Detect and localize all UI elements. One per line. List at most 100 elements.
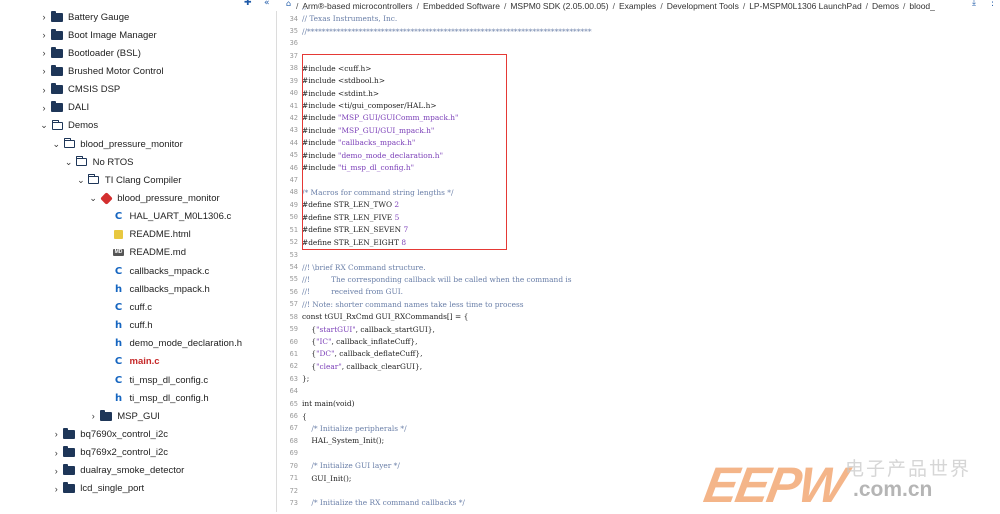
code-text: GUI_Init();	[302, 473, 352, 483]
code-line: 37	[280, 50, 1000, 62]
tree-item-label: callbacks_mpack.c	[129, 265, 210, 277]
code-comment: //**************************************…	[302, 26, 592, 36]
chevron-down-icon[interactable]: ⌄	[38, 120, 50, 131]
code-text: #include <ti/gui_composer/HAL.h>	[302, 101, 437, 111]
code-text: #define STR_LEN_EIGHT	[302, 237, 402, 247]
tree-item[interactable]: › MSP_GUI	[0, 407, 276, 425]
folder-icon	[50, 101, 64, 114]
line-number: 65	[289, 399, 298, 408]
tree-item[interactable]: › CMSIS DSP	[0, 81, 276, 99]
chevron-right-icon[interactable]: ›	[50, 466, 62, 476]
tree-item[interactable]: Cmain.c	[0, 353, 276, 371]
tree-item[interactable]: ⌄ blood_pressure_monitor	[0, 135, 276, 153]
tree-item[interactable]: ⌄ TI Clang Compiler	[0, 171, 276, 189]
collapse-icon[interactable]: «	[264, 0, 270, 8]
line-number: 62	[289, 362, 298, 371]
code-line: 45 #include "demo_mode_declaration.h"	[280, 149, 1000, 161]
tree-item[interactable]: Cti_msp_dl_config.c	[0, 371, 276, 389]
tree-item-label: cuff.c	[129, 301, 153, 313]
folder-icon	[62, 446, 76, 459]
header-file-icon: h	[114, 320, 123, 332]
tree-item[interactable]: h demo_mode_declaration.h	[0, 335, 276, 353]
chevron-right-icon[interactable]: ›	[38, 12, 50, 22]
chevron-down-icon[interactable]: ⌄	[50, 139, 62, 150]
tree-item[interactable]: › dualray_smoke_detector	[0, 462, 276, 480]
tree-item[interactable]: › Bootloader (BSL)	[0, 44, 276, 62]
tree-item[interactable]: h cuff.h	[0, 317, 276, 335]
tree-item[interactable]: › lcd_single_port	[0, 480, 276, 498]
code-line: 65 int main(void)	[280, 397, 1000, 409]
tree-item[interactable]: C HAL_UART_M0L1306.c	[0, 208, 276, 226]
code-text: #define STR_LEN_FIVE	[302, 212, 395, 222]
code-text: #include	[302, 163, 339, 173]
code-line: 69	[280, 447, 1000, 459]
tree-item[interactable]: Ccuff.c	[0, 298, 276, 316]
tree-item[interactable]: › bq769x2_control_i2c	[0, 444, 276, 462]
line-number: 38	[289, 64, 298, 73]
code-comment: /* Initialize peripherals */	[302, 423, 407, 433]
code-comment: //! received from GUI.	[302, 287, 403, 297]
home-icon[interactable]: ⌂	[286, 0, 291, 8]
tree-item-label: ti_msp_dl_config.c	[129, 374, 209, 386]
code-string: 5	[394, 212, 400, 222]
code-line: 73 /* Initialize the RX command callback…	[280, 497, 1000, 509]
line-number: 46	[289, 163, 298, 172]
line-number: 58	[289, 312, 298, 321]
code-line: 66 {	[280, 410, 1000, 422]
chevron-right-icon[interactable]: ›	[38, 103, 50, 113]
code-comment: /* Initialize the RX command callbacks *…	[302, 498, 465, 508]
line-number: 72	[289, 486, 298, 495]
tree-item-label: callbacks_mpack.h	[129, 283, 210, 295]
code-text: #include	[302, 150, 339, 160]
chevron-right-icon[interactable]: ›	[50, 429, 62, 439]
chevron-right-icon[interactable]: ›	[50, 484, 62, 494]
folder-open-icon	[62, 138, 76, 150]
c-file-icon: C	[114, 211, 123, 223]
tree-item[interactable]: › Brushed Motor Control	[0, 62, 276, 80]
code-text: #include <cuff.h>	[302, 63, 372, 73]
line-number: 48	[289, 188, 298, 197]
tree-item[interactable]: h callbacks_mpack.h	[0, 280, 276, 298]
chevron-right-icon[interactable]: ›	[38, 85, 50, 95]
chevron-right-icon[interactable]: ›	[87, 411, 99, 421]
pin-icon[interactable]: ✚	[244, 0, 252, 8]
tree-item[interactable]: README.html	[0, 226, 276, 244]
tree-item[interactable]: ⌄ No RTOS	[0, 153, 276, 171]
chevron-right-icon[interactable]: ›	[38, 66, 50, 76]
folder-open-icon	[50, 119, 64, 132]
code-text: , callback_deflateCuff},	[334, 349, 423, 359]
tree-item[interactable]: ⌄ Demos	[0, 117, 276, 135]
chevron-right-icon[interactable]: ›	[38, 48, 50, 58]
code-line: 53	[280, 248, 1000, 260]
tree-item-label: MSP_GUI	[117, 410, 160, 422]
line-number: 45	[289, 151, 298, 160]
chevron-down-icon[interactable]: ⌄	[87, 193, 99, 204]
code-line: 71 GUI_Init();	[280, 472, 1000, 484]
tree-item[interactable]: › bq7690x_control_i2c	[0, 425, 276, 443]
chevron-down-icon[interactable]: ⌄	[63, 157, 75, 168]
tree-item[interactable]: Ccallbacks_mpack.c	[0, 262, 276, 280]
code-line: 42 #include "MSP_GUI/GUIComm_mpack.h"	[280, 112, 1000, 124]
more-icon[interactable]: ⋮	[988, 0, 997, 8]
tree-item[interactable]: MD README.md	[0, 244, 276, 262]
line-number: 54	[289, 263, 298, 271]
tree-item-label: DALI	[68, 102, 90, 114]
tree-item[interactable]: › Battery Gauge	[0, 8, 276, 26]
tree-item-label: README.html	[129, 229, 191, 241]
download-icon[interactable]: ⤓	[972, 0, 976, 8]
code-viewer[interactable]: 33// 34 // Texas Instruments, Inc. 35 //****…	[280, 8, 1000, 512]
line-number: 34	[289, 14, 298, 23]
tree-item-label: Demos	[68, 120, 99, 132]
tree-item[interactable]: ⌄ blood_pressure_monitor	[0, 190, 276, 208]
code-string: 7	[403, 225, 409, 235]
header-file-icon: h	[114, 392, 123, 404]
chevron-right-icon[interactable]: ›	[50, 448, 62, 458]
chevron-down-icon[interactable]: ⌄	[75, 175, 87, 186]
chevron-right-icon[interactable]: ›	[38, 30, 50, 40]
tree-item[interactable]: h ti_msp_dl_config.h	[0, 389, 276, 407]
tree-item[interactable]: › DALI	[0, 99, 276, 117]
folder-icon	[50, 83, 64, 96]
line-number: 64	[289, 387, 298, 396]
tree-item[interactable]: › Boot Image Manager	[0, 26, 276, 44]
code-line: 52 #define STR_LEN_EIGHT 8	[280, 236, 1000, 248]
